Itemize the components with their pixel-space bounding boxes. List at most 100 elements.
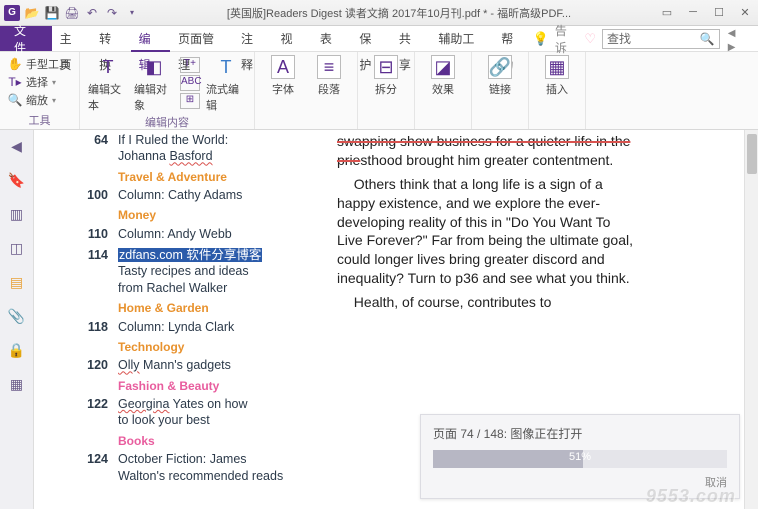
split-icon: ⊟ <box>374 55 398 79</box>
font-icon: A <box>271 55 295 79</box>
toc-entry: 64If I Ruled the World:Johanna Basford <box>84 132 314 165</box>
add-shape-icon[interactable]: ABC <box>180 75 200 91</box>
toc-text: If I Ruled the World:Johanna Basford <box>118 132 314 165</box>
toc-section: Fashion & Beauty <box>118 379 314 395</box>
tell-me-label[interactable]: 告诉 <box>555 22 579 56</box>
toc-page-num: 64 <box>84 132 118 165</box>
edit-object-button[interactable]: ◧编辑对象 <box>134 55 174 113</box>
edit-text-button[interactable]: T编辑文本 <box>88 55 128 113</box>
select-tool[interactable]: T▸选择▾ <box>8 73 56 91</box>
ribbon-tab[interactable]: 转换 <box>91 26 130 52</box>
toc-text: Column: Lynda Clark <box>118 319 314 335</box>
qat-dropdown-icon[interactable]: ▾ <box>124 5 140 21</box>
flow-edit-button[interactable]: T流式编辑 <box>206 55 246 113</box>
article-para: Health, of course, contributes to <box>337 293 634 312</box>
toc-section: Travel & Adventure <box>118 170 314 186</box>
file-tab[interactable]: 文件 <box>0 26 52 51</box>
undo-icon[interactable]: ↶ <box>84 5 100 21</box>
toc-section: Books <box>118 434 314 450</box>
redo-icon[interactable]: ↷ <box>104 5 120 21</box>
ribbon-tab[interactable]: 注释 <box>233 26 272 52</box>
toc-entry: 100Column: Cathy Adams <box>84 187 314 203</box>
minimize-icon[interactable]: ─ <box>684 6 702 19</box>
link-icon: 🔗 <box>488 55 512 79</box>
ribbon-tab[interactable]: 视图 <box>272 26 311 52</box>
ribbon-tab[interactable]: 保护 <box>351 26 390 52</box>
ribbon: ✋手型工具 T▸选择▾ 🔍缩放▾ 工具 T编辑文本 ◧编辑对象 T+ ABC ⊞… <box>0 52 758 130</box>
toc-text: Georgina Yates on howto look your best <box>118 396 314 429</box>
save-icon[interactable]: 💾 <box>44 5 60 21</box>
toc-section: Money <box>118 208 314 224</box>
effect-icon: ◪ <box>431 55 455 79</box>
progress-bar: 51% <box>433 450 727 468</box>
zoom-icon: 🔍 <box>8 93 22 107</box>
insert-icon: ▦ <box>545 55 569 79</box>
comments-icon[interactable]: ▤ <box>7 272 27 292</box>
nav-panel: ◀ 🔖 ▥ ◫ ▤ 📎 🔒 ▦ <box>0 130 34 509</box>
insert-button[interactable]: ▦插入 <box>537 55 577 97</box>
workspace: ◀ 🔖 ▥ ◫ ▤ 📎 🔒 ▦ 64If I Ruled the World:J… <box>0 130 758 509</box>
group-label: 编辑内容 <box>88 113 246 131</box>
hand-tool[interactable]: ✋手型工具 <box>8 55 70 73</box>
nav-collapse-icon[interactable]: ◀ <box>7 136 27 156</box>
split-button[interactable]: ⊟拆分 <box>366 55 406 97</box>
ribbon-tab[interactable]: 主页 <box>52 26 91 52</box>
paragraph-button[interactable]: ≡段落 <box>309 55 349 97</box>
toc-page-num: 124 <box>84 451 118 484</box>
security-icon[interactable]: 🔒 <box>7 340 27 360</box>
toc-text: Olly Mann's gadgets <box>118 357 314 373</box>
search-placeholder: 查找 <box>607 30 631 47</box>
ribbon-tab[interactable]: 辅助工具 <box>430 26 493 52</box>
effect-button[interactable]: ◪效果 <box>423 55 463 97</box>
progress-percent: 51% <box>433 451 727 463</box>
add-text-icon[interactable]: T+ <box>180 57 200 73</box>
quick-access-toolbar: G 📂 💾 🖨 ↶ ↷ ▾ <box>4 5 140 21</box>
toc-entry: 114zdfans.com 软件分享博客Tasty recipes and id… <box>84 247 314 296</box>
vertical-scrollbar[interactable] <box>744 130 758 509</box>
bulb-icon[interactable]: 💡 <box>533 31 549 47</box>
toc-page-num: 122 <box>84 396 118 429</box>
ribbon-tab[interactable]: 表单 <box>312 26 351 52</box>
document-area[interactable]: 64If I Ruled the World:Johanna Basford Tr… <box>34 130 758 509</box>
maximize-icon[interactable]: ☐ <box>710 6 728 19</box>
toc-section: Home & Garden <box>118 301 314 317</box>
toc-entry: 120Olly Mann's gadgets <box>84 357 314 373</box>
progress-status: 页面 74 / 148: 图像正在打开 <box>433 425 727 442</box>
open-icon[interactable]: 📂 <box>24 5 40 21</box>
toc-page-num: 110 <box>84 226 118 242</box>
flow-edit-icon: T <box>214 55 238 79</box>
ribbon-tab[interactable]: 帮助 <box>493 26 532 52</box>
pages-icon[interactable]: ▥ <box>7 204 27 224</box>
ribbon-options-icon[interactable]: ▭ <box>658 6 676 19</box>
next-find-icon[interactable]: ▶ <box>726 42 738 53</box>
close-icon[interactable]: ✕ <box>736 6 754 19</box>
print-icon[interactable]: 🖨 <box>64 5 80 21</box>
ribbon-tab[interactable]: 编辑 <box>131 26 170 52</box>
toc-entry: 122Georgina Yates on howto look your bes… <box>84 396 314 429</box>
toc-column: 64If I Ruled the World:Johanna Basford Tr… <box>84 130 324 509</box>
watermark: 9553.com <box>646 486 736 507</box>
join-text-icon[interactable]: ⊞ <box>180 93 200 109</box>
attachment-icon[interactable]: 📎 <box>7 306 27 326</box>
scroll-thumb[interactable] <box>747 134 757 174</box>
toc-entry: 118Column: Lynda Clark <box>84 319 314 335</box>
search-box[interactable]: 查找 🔍 <box>602 29 720 49</box>
search-icon[interactable]: 🔍 <box>700 32 715 46</box>
toc-text: Column: Cathy Adams <box>118 187 314 203</box>
font-button[interactable]: A字体 <box>263 55 303 97</box>
ribbon-tab[interactable]: 页面管理 <box>170 26 233 52</box>
toc-text: zdfans.com 软件分享博客Tasty recipes and ideas… <box>118 247 314 296</box>
bookmark-icon[interactable]: 🔖 <box>7 170 27 190</box>
edit-text-icon: T <box>96 55 120 79</box>
toc-page-num: 118 <box>84 319 118 335</box>
zoom-tool[interactable]: 🔍缩放▾ <box>8 91 56 109</box>
edit-object-icon: ◧ <box>142 55 166 79</box>
prev-find-icon[interactable]: ◀ <box>726 28 738 39</box>
window-title: [英国版]Readers Digest 读者文摘 2017年10月刊.pdf *… <box>140 5 658 21</box>
ribbon-tab[interactable]: 共享 <box>391 26 430 52</box>
link-button[interactable]: 🔗链接 <box>480 55 520 97</box>
layers-icon[interactable]: ◫ <box>7 238 27 258</box>
heart-icon[interactable]: ♡ <box>584 31 596 47</box>
app-logo-icon: G <box>4 5 20 21</box>
fields-icon[interactable]: ▦ <box>7 374 27 394</box>
